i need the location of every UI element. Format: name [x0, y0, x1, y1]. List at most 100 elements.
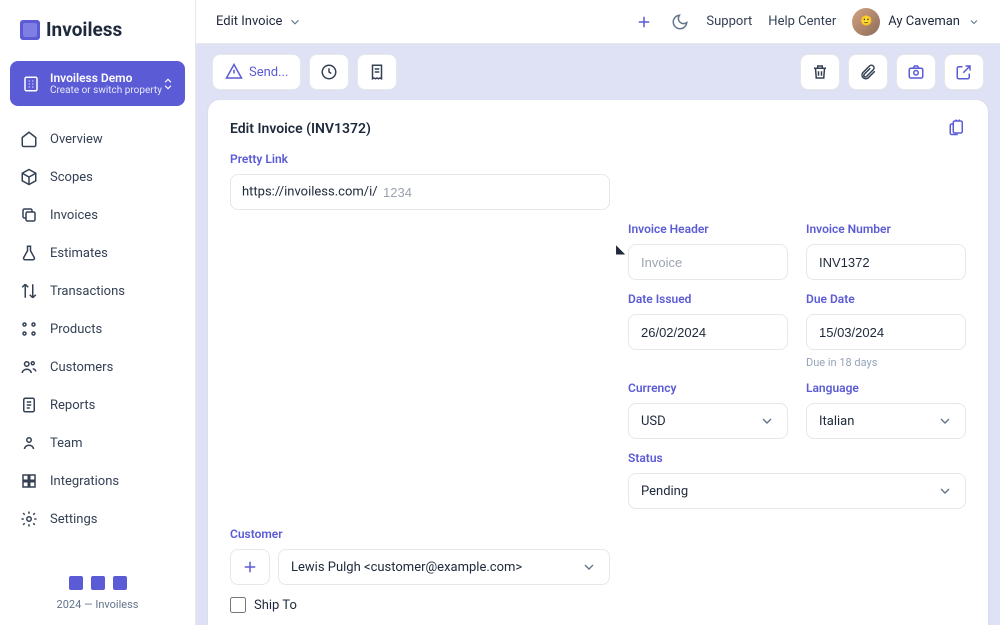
chevron-down-icon [288, 15, 302, 29]
currency-label: Currency [628, 381, 788, 395]
toolbar: Send... [208, 54, 988, 90]
facebook-icon[interactable] [91, 576, 105, 590]
invoice-header-input[interactable] [628, 244, 788, 280]
theme-toggle[interactable] [670, 12, 690, 32]
ship-to-label: Ship To [254, 598, 297, 613]
due-date-input[interactable] [806, 314, 966, 350]
cursor-icon: ◣ [616, 242, 625, 256]
copy-icon [20, 206, 38, 224]
nav-overview[interactable]: Overview [8, 120, 187, 158]
nav-settings[interactable]: Settings [8, 500, 187, 538]
plus-icon [635, 13, 653, 31]
duplicate-button[interactable] [896, 54, 936, 90]
customer-label: Customer [230, 527, 966, 541]
help-link[interactable]: Help Center [768, 14, 836, 29]
arrows-icon [20, 282, 38, 300]
language-label: Language [806, 381, 966, 395]
breadcrumb-label: Edit Invoice [216, 14, 282, 29]
pretty-link-input[interactable] [230, 174, 610, 210]
chevron-down-icon [937, 413, 953, 429]
open-button[interactable] [944, 54, 984, 90]
nav-transactions[interactable]: Transactions [8, 272, 187, 310]
nav-label: Integrations [50, 474, 119, 489]
history-button[interactable] [309, 54, 349, 90]
date-issued-input[interactable] [628, 314, 788, 350]
property-switcher[interactable]: Invoiless Demo Create or switch property [10, 61, 185, 106]
nav-label: Customers [50, 360, 113, 375]
add-button[interactable] [634, 12, 654, 32]
logo[interactable]: Invoiless [0, 0, 195, 55]
currency-value: USD [641, 414, 666, 429]
receipt-icon [368, 63, 386, 81]
moon-icon [671, 13, 689, 31]
sidebar: Invoiless Invoiless Demo Create or switc… [0, 0, 196, 625]
chevron-updown-icon [161, 77, 175, 91]
status-value: Pending [641, 484, 688, 499]
due-date-helper: Due in 18 days [806, 356, 966, 369]
nav-label: Estimates [50, 246, 108, 261]
user-name: Ay Caveman [888, 14, 960, 29]
card-title: Edit Invoice (INV1372) [230, 121, 371, 137]
nav-label: Scopes [50, 170, 93, 185]
flask-icon [20, 244, 38, 262]
nav-team[interactable]: Team [8, 424, 187, 462]
nav-scopes[interactable]: Scopes [8, 158, 187, 196]
language-select[interactable]: Italian [806, 403, 966, 439]
nav-invoices[interactable]: Invoices [8, 196, 187, 234]
copy-link-button[interactable] [948, 118, 966, 140]
nav-integrations[interactable]: Integrations [8, 462, 187, 500]
date-issued-label: Date Issued [628, 292, 788, 306]
file-icon [20, 396, 38, 414]
puzzle-icon [20, 472, 38, 490]
switcher-subtitle: Create or switch property [50, 85, 162, 96]
avatar: 🙂 [852, 8, 880, 36]
chevron-down-icon [937, 483, 953, 499]
plus-icon [241, 558, 259, 576]
box-icon [20, 168, 38, 186]
due-date-label: Due Date [806, 292, 966, 306]
pretty-link-field: https://invoiless.com/i/ [230, 174, 610, 210]
send-button[interactable]: Send... [212, 54, 301, 90]
nav-label: Transactions [50, 284, 125, 299]
attach-button[interactable] [848, 54, 888, 90]
nav-label: Team [50, 436, 83, 451]
status-label: Status [628, 451, 966, 465]
customer-select[interactable]: Lewis Pulgh <customer@example.com> [278, 549, 610, 585]
clipboard-icon [948, 118, 966, 136]
ship-to-row[interactable]: Ship To [230, 597, 966, 613]
chevron-down-icon [581, 559, 597, 575]
edit-invoice-card: ◣ Edit Invoice (INV1372) Pretty Link htt… [208, 100, 988, 625]
add-customer-button[interactable] [230, 549, 270, 585]
status-select[interactable]: Pending [628, 473, 966, 509]
customer-value: Lewis Pulgh <customer@example.com> [291, 560, 522, 575]
ship-to-checkbox[interactable] [230, 597, 246, 613]
grid-icon [20, 320, 38, 338]
team-icon [20, 434, 38, 452]
twitter-icon[interactable] [69, 576, 83, 590]
nav-products[interactable]: Products [8, 310, 187, 348]
nav-customers[interactable]: Customers [8, 348, 187, 386]
invoice-number-input[interactable] [806, 244, 966, 280]
paperclip-icon [859, 63, 877, 81]
building-icon [22, 75, 40, 93]
switcher-title: Invoiless Demo [50, 71, 162, 85]
breadcrumb[interactable]: Edit Invoice [216, 14, 302, 29]
user-menu[interactable]: 🙂 Ay Caveman [852, 8, 980, 36]
nav-estimates[interactable]: Estimates [8, 234, 187, 272]
logo-icon [20, 20, 40, 40]
copyright: 2024 — Invoiless [0, 598, 195, 611]
linkedin-icon[interactable] [113, 576, 127, 590]
nav-label: Products [50, 322, 102, 337]
currency-select[interactable]: USD [628, 403, 788, 439]
send-label: Send... [249, 65, 288, 80]
support-link[interactable]: Support [706, 14, 752, 29]
logo-text: Invoiless [46, 18, 122, 41]
trash-icon [811, 63, 829, 81]
invoice-number-label: Invoice Number [806, 222, 966, 236]
nav-reports[interactable]: Reports [8, 386, 187, 424]
topbar: Edit Invoice Support Help Center 🙂 Ay Ca… [196, 0, 1000, 44]
delete-button[interactable] [800, 54, 840, 90]
language-value: Italian [819, 414, 854, 429]
nav-label: Invoices [50, 208, 98, 223]
receipt-button[interactable] [357, 54, 397, 90]
